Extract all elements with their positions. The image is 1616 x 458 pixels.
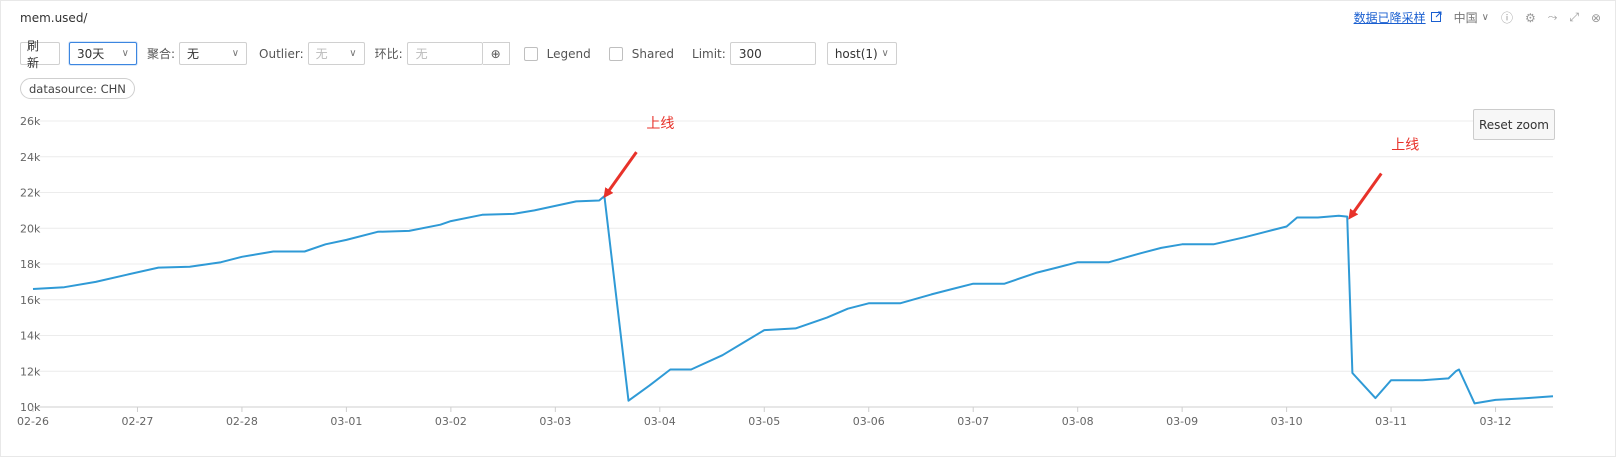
x-tick-label: 03-08 <box>1062 415 1094 428</box>
x-tick-label: 03-07 <box>957 415 989 428</box>
x-tick-label: 03-02 <box>435 415 467 428</box>
y-tick-label: 20k <box>20 222 41 235</box>
line-chart[interactable]: 10k 12k 14k 16k 18k 20k 22k 24k 26k 02-26 02-27 02… <box>1 1 1616 458</box>
y-tick-label: 24k <box>20 151 41 164</box>
x-tick-label: 03-11 <box>1375 415 1407 428</box>
annotation-label: 上线 <box>646 116 674 132</box>
x-tick-label: 03-03 <box>539 415 571 428</box>
x-tick-label: 03-12 <box>1480 415 1512 428</box>
y-tick-label: 16k <box>20 294 41 307</box>
y-tick-label: 14k <box>20 330 41 343</box>
annotation-arrow <box>603 151 638 199</box>
y-tick-label: 26k <box>20 115 41 128</box>
y-tick-label: 12k <box>20 365 41 378</box>
y-tick-label: 22k <box>20 187 41 200</box>
annotation-label: 上线 <box>1391 138 1419 154</box>
y-tick-label: 10k <box>20 401 41 414</box>
x-tick-label: 02-28 <box>226 415 258 428</box>
x-tick-label: 03-10 <box>1271 415 1303 428</box>
x-tick-label: 03-06 <box>853 415 885 428</box>
reset-zoom-button[interactable]: Reset zoom <box>1473 109 1555 140</box>
annotation-arrow <box>1348 172 1383 220</box>
chart-panel: mem.used/ 数据已降采样 中国 ∨ ⓘ ⚙ ⤳ ⤢ ⊗ 刷 新 30天 … <box>0 0 1616 457</box>
y-tick-label: 18k <box>20 258 41 271</box>
x-tick-label: 03-04 <box>644 415 676 428</box>
x-tick-label: 02-27 <box>121 415 153 428</box>
x-tick-label: 03-09 <box>1166 415 1198 428</box>
x-tick-label: 03-05 <box>748 415 780 428</box>
x-tick-label: 03-01 <box>330 415 362 428</box>
x-tick-label: 02-26 <box>17 415 49 428</box>
